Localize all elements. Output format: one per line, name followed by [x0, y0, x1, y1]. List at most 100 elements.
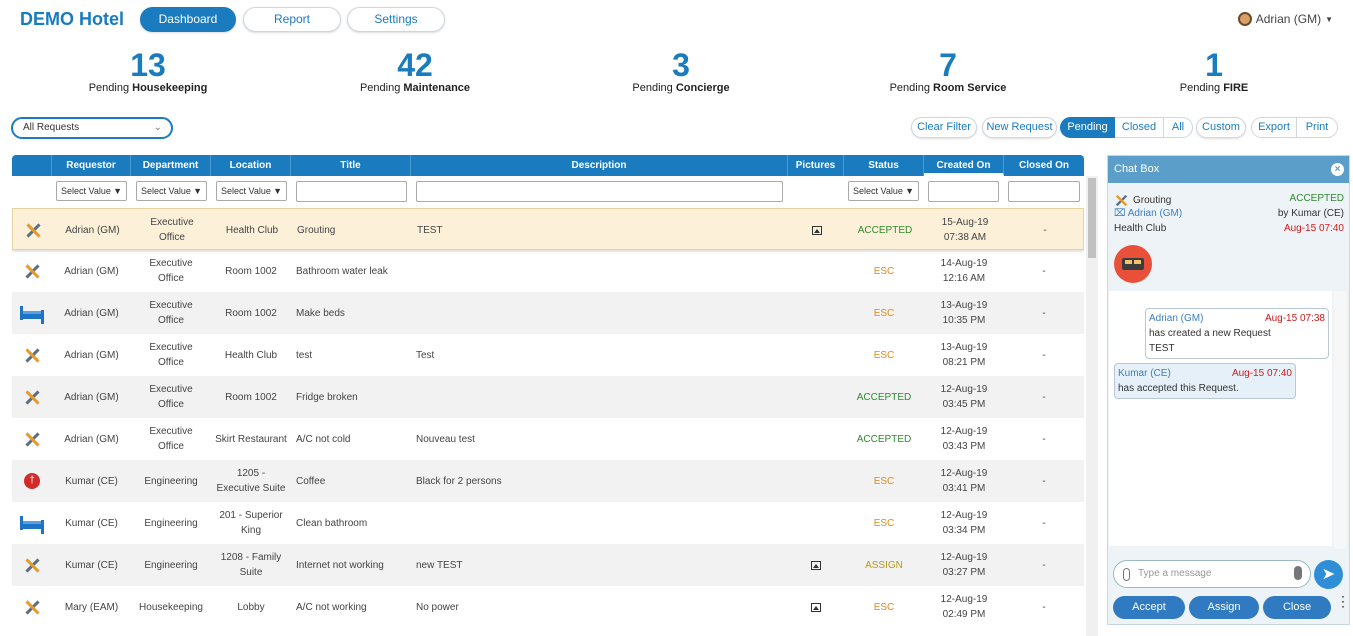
table-row[interactable]: Mary (EAM) Housekeeping Lobby A/C not worki… [12, 586, 1084, 628]
header-closed-on[interactable]: Closed On [1004, 155, 1084, 176]
more-options-icon[interactable]: ⋮ [1336, 594, 1350, 608]
description-filter-input[interactable] [416, 181, 783, 202]
table-scrollbar[interactable] [1086, 176, 1098, 636]
print-button[interactable]: Print [1297, 117, 1338, 138]
closed-on-filter-input[interactable] [1008, 181, 1080, 202]
bed-icon [20, 516, 44, 530]
title-filter-input[interactable] [296, 181, 407, 202]
nav-report-button[interactable]: Report [243, 7, 341, 32]
status-cell: ACCEPTED [845, 209, 925, 251]
header-status[interactable]: Status [844, 155, 924, 176]
department-cell: Executive Office [132, 209, 212, 251]
stat-name: Concierge [675, 82, 730, 94]
table-row[interactable]: Kumar (CE) Engineering 201 - Superior King… [12, 502, 1084, 544]
table-row[interactable]: Adrian (GM) Executive Office Health Club Gr… [12, 208, 1084, 250]
stat-count: 42 [397, 47, 433, 83]
export-button[interactable]: Export [1251, 117, 1297, 138]
chat-scrollbar[interactable] [1334, 291, 1346, 549]
table-row[interactable]: Adrian (GM) Executive Office Room 1002 Frid… [12, 376, 1084, 418]
table-filter-row: Select Value ▼ Select Value ▼ Select Value… [12, 176, 1084, 206]
table-row[interactable]: Adrian (GM) Executive Office Skirt Restaur… [12, 418, 1084, 460]
status-cell: ESC [844, 250, 924, 292]
caret-down-icon: ▼ [113, 186, 122, 196]
filter-pending-button[interactable]: Pending [1060, 117, 1115, 138]
stat-count: 7 [939, 47, 957, 83]
header-department[interactable]: Department [131, 155, 211, 176]
department-cell: Engineering [131, 502, 211, 544]
status-filter-select[interactable]: Select Value ▼ [848, 181, 919, 201]
chat-messages: Adrian (GM) Aug-15 07:38 has created a ne… [1109, 291, 1332, 546]
image-icon[interactable] [812, 225, 822, 235]
location-cell: Skirt Restaurant [211, 418, 291, 460]
stat-name: FIRE [1223, 82, 1249, 94]
assign-button[interactable]: Assign [1189, 596, 1259, 619]
closed-cell: - [1004, 292, 1084, 334]
title-cell: Coffee [291, 460, 411, 502]
department-cell: Housekeeping [131, 586, 211, 628]
nav-settings-button[interactable]: Settings [347, 7, 445, 32]
location-text: Skirt Restaurant [215, 433, 287, 445]
table-row[interactable]: Adrian (GM) Executive Office Health Club te… [12, 334, 1084, 376]
image-icon[interactable] [811, 602, 821, 612]
microphone-icon[interactable] [1294, 566, 1302, 580]
requestor-text: Kumar (CE) [65, 517, 118, 529]
message-text: has created a new Request [1149, 328, 1271, 339]
accept-button[interactable]: Accept [1113, 596, 1185, 619]
close-icon[interactable]: × [1331, 163, 1344, 176]
stat-maintenance[interactable]: 42 Pending Maintenance [315, 48, 515, 94]
department-text: Executive Office [149, 300, 193, 326]
new-request-button[interactable]: New Request [982, 117, 1057, 138]
created-on-filter-input[interactable] [928, 181, 999, 202]
department-text: Executive Office [149, 258, 193, 284]
request-filter-select[interactable]: All Requests ⌄ [11, 117, 173, 139]
header-location[interactable]: Location [211, 155, 291, 176]
message-time: Aug-15 07:40 [1231, 368, 1292, 379]
send-icon[interactable]: ➤ [1314, 560, 1343, 589]
created-time: 10:35 PM [942, 315, 986, 326]
chat-message-input[interactable]: Type a message [1113, 560, 1311, 588]
requestor-filter-select[interactable]: Select Value ▼ [56, 181, 127, 201]
close-button[interactable]: Close [1263, 596, 1331, 619]
nav-dashboard-button[interactable]: Dashboard [140, 7, 236, 32]
filter-closed-button[interactable]: Closed [1115, 117, 1163, 138]
created-time: 03:41 PM [942, 483, 986, 494]
location-filter-select[interactable]: Select Value ▼ [216, 181, 287, 201]
stat-housekeeping[interactable]: 13 Pending Housekeeping [48, 48, 248, 94]
table-row[interactable]: Adrian (GM) Executive Office Room 1002 Bath… [12, 250, 1084, 292]
chat-message: Kumar (CE) Aug-15 07:40 has accepted this… [1114, 363, 1296, 399]
header-pictures[interactable]: Pictures [788, 155, 844, 176]
description-cell [411, 250, 788, 292]
image-icon[interactable] [811, 560, 821, 570]
custom-button[interactable]: Custom [1196, 117, 1246, 138]
stat-room-service[interactable]: 7 Pending Room Service [848, 48, 1048, 94]
stat-concierge[interactable]: 3 Pending Concierge [581, 48, 781, 94]
brand-logo[interactable]: DEMO Hotel [20, 9, 124, 30]
chat-request-owner[interactable]: Adrian (GM) [1128, 208, 1182, 219]
created-time: 03:27 PM [942, 567, 986, 578]
chat-title: Chat Box [1114, 163, 1160, 175]
table-row[interactable]: † Kumar (CE) Engineering 1205 - Executive S… [12, 460, 1084, 502]
status-text: ESC [873, 517, 895, 529]
status-text: ASSIGN [865, 559, 903, 571]
closed-text: - [1042, 601, 1046, 613]
table-row[interactable]: Kumar (CE) Engineering 1208 - Family Suite… [12, 544, 1084, 586]
stat-fire[interactable]: 1 Pending FIRE [1114, 48, 1314, 94]
clear-filter-button[interactable]: Clear Filter [911, 117, 977, 138]
chat-message: Adrian (GM) Aug-15 07:38 has created a ne… [1145, 308, 1329, 359]
user-menu[interactable]: Adrian (GM) ▼ [1237, 12, 1333, 26]
filter-select-value: Select Value [221, 186, 271, 196]
created-date: 13-Aug-19 [940, 342, 988, 353]
created-time: 03:45 PM [942, 399, 986, 410]
filter-all-button[interactable]: All [1163, 117, 1193, 138]
scrollbar-thumb[interactable] [1088, 178, 1096, 258]
header-description[interactable]: Description [411, 155, 788, 176]
closed-text: - [1042, 349, 1046, 361]
attach-icon[interactable] [1123, 568, 1130, 581]
department-filter-select[interactable]: Select Value ▼ [136, 181, 207, 201]
header-created-on[interactable]: Created On [924, 155, 1004, 176]
location-cell: Health Club [211, 334, 291, 376]
caret-down-icon: ▼ [1325, 14, 1333, 24]
header-title[interactable]: Title [291, 155, 411, 176]
table-row[interactable]: Adrian (GM) Executive Office Room 1002 Make… [12, 292, 1084, 334]
header-requestor[interactable]: Requestor [52, 155, 131, 176]
